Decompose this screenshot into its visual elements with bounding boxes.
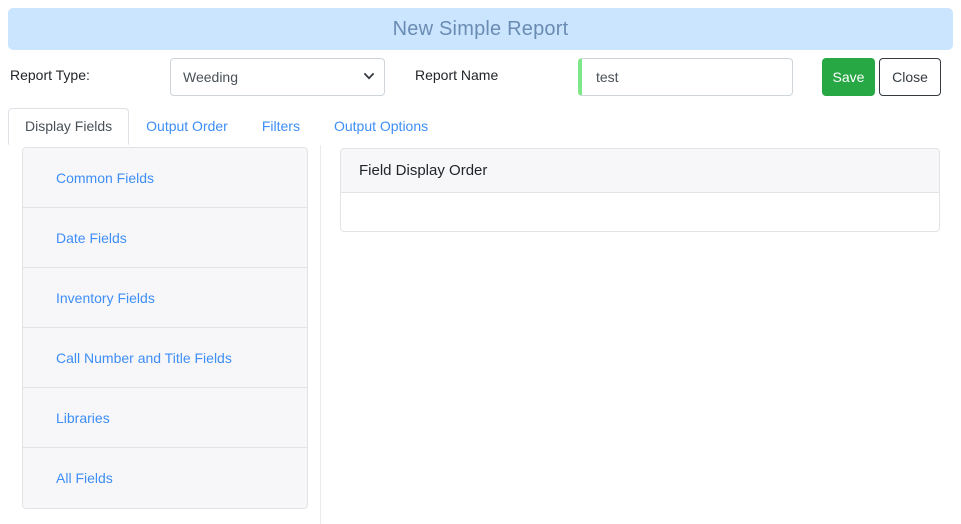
field-group-item-libraries[interactable]: Libraries <box>23 388 307 448</box>
field-group-list: Common Fields Date Fields Inventory Fiel… <box>22 147 308 509</box>
field-display-order-title: Field Display Order <box>359 162 488 179</box>
save-button[interactable]: Save <box>822 58 875 96</box>
report-type-select-value[interactable]: Weeding <box>170 58 385 96</box>
report-name-field[interactable] <box>578 58 793 96</box>
page-banner: New Simple Report <box>8 8 953 50</box>
field-group-label[interactable]: Date Fields <box>56 230 127 246</box>
report-type-label: Report Type: <box>10 67 90 83</box>
field-group-label[interactable]: Libraries <box>56 410 110 426</box>
tab-filters[interactable]: Filters <box>245 108 317 145</box>
report-type-select[interactable]: Weeding <box>170 58 385 96</box>
field-group-label[interactable]: All Fields <box>56 470 113 486</box>
report-name-input[interactable] <box>578 58 793 96</box>
report-name-label: Report Name <box>415 67 499 83</box>
field-group-label[interactable]: Call Number and Title Fields <box>56 350 232 366</box>
panel-divider <box>320 145 321 524</box>
field-group-item-common-fields[interactable]: Common Fields <box>23 148 307 208</box>
field-group-label[interactable]: Common Fields <box>56 170 154 186</box>
field-group-item-all-fields[interactable]: All Fields <box>23 448 307 508</box>
tab-output-order[interactable]: Output Order <box>129 108 245 145</box>
field-group-item-date-fields[interactable]: Date Fields <box>23 208 307 268</box>
field-group-item-call-number-and-title-fields[interactable]: Call Number and Title Fields <box>23 328 307 388</box>
field-group-label[interactable]: Inventory Fields <box>56 290 155 306</box>
report-form-row: Report Type: Weeding Report Name Save Cl… <box>0 58 961 106</box>
tab-bar: Display Fields Output Order Filters Outp… <box>8 108 953 145</box>
page-title: New Simple Report <box>392 17 569 40</box>
field-display-order-header: Field Display Order <box>341 149 939 193</box>
display-fields-panel: Common Fields Date Fields Inventory Fiel… <box>0 145 961 524</box>
tab-output-options[interactable]: Output Options <box>317 108 445 145</box>
new-simple-report-page: New Simple Report Report Type: Weeding R… <box>0 0 961 524</box>
field-display-order-card: Field Display Order <box>340 148 940 232</box>
field-group-item-inventory-fields[interactable]: Inventory Fields <box>23 268 307 328</box>
tab-display-fields[interactable]: Display Fields <box>8 108 130 145</box>
close-button[interactable]: Close <box>879 58 941 96</box>
field-display-order-list[interactable] <box>341 193 939 231</box>
